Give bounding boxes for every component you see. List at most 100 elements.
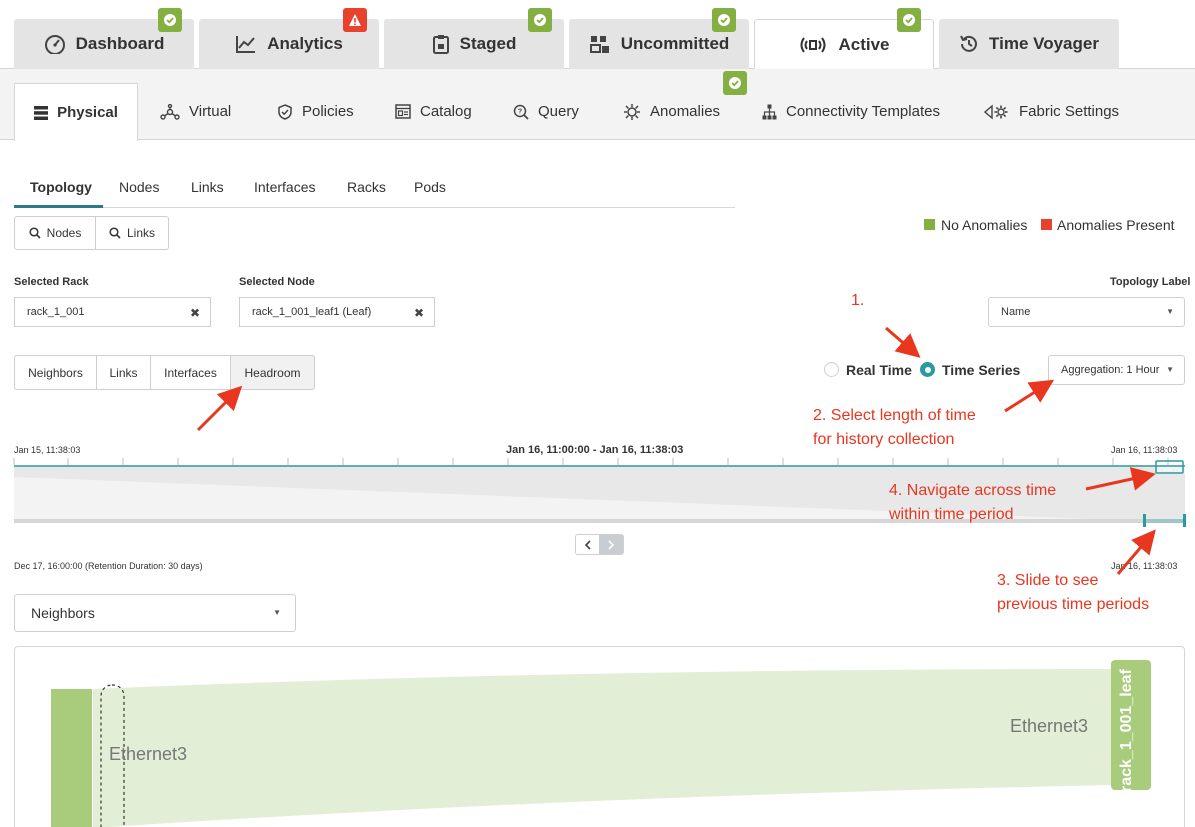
chevron-right-icon [608, 539, 615, 550]
tab-policies[interactable]: Policies [277, 83, 354, 140]
link-ribbon [51, 660, 1151, 827]
tab-links[interactable]: Links [191, 179, 224, 195]
tab-time-voyager[interactable]: Time Voyager [939, 19, 1119, 69]
tab-label: Catalog [420, 103, 472, 120]
search-links-label: Links [126, 226, 155, 240]
legend-swatch-ok [924, 219, 935, 230]
selected-node-label: Selected Node [239, 276, 315, 288]
check-icon [534, 14, 546, 26]
radio-time-series-label: Time Series [942, 362, 1021, 378]
tab-label: Time Voyager [989, 34, 1099, 53]
tab-label: Analytics [267, 34, 343, 53]
topology-label-label: Topology Label [1110, 276, 1191, 288]
tab-label: Query [538, 103, 579, 120]
topology-label-value: Name [1001, 306, 1031, 318]
selected-rack-field[interactable]: rack_1_001 ✖ [14, 297, 211, 327]
caret-down-icon: ▼ [1166, 365, 1174, 374]
tab-label: Dashboard [75, 34, 165, 53]
chevron-left-icon [584, 539, 591, 550]
tab-label: Uncommitted [620, 34, 730, 53]
active-tab-indicator [14, 205, 103, 208]
tab-pods[interactable]: Pods [414, 179, 446, 195]
mode-headroom[interactable]: Headroom [230, 355, 315, 390]
tab-interfaces[interactable]: Interfaces [254, 179, 315, 195]
tab-catalog[interactable]: Catalog [395, 83, 472, 140]
tab-fabric-settings[interactable]: Fabric Settings [984, 83, 1119, 140]
selected-rack-label: Selected Rack [14, 276, 89, 288]
tab-topology[interactable]: Topology [30, 179, 92, 195]
mode-links[interactable]: Links [96, 355, 151, 390]
clear-icon[interactable]: ✖ [414, 306, 424, 320]
timeline-end-label-2: Jan 16, 11:38:03 [1111, 561, 1178, 571]
prev-button[interactable] [576, 535, 600, 554]
history-icon [959, 34, 979, 54]
clipboard-icon [432, 34, 450, 54]
status-ok-badge [528, 8, 552, 32]
selected-node-field[interactable]: rack_1_001_leaf1 (Leaf) ✖ [239, 297, 435, 327]
radio-dot [924, 366, 931, 373]
warning-icon [349, 14, 361, 26]
neighbors-select-value: Neighbors [31, 605, 95, 621]
check-icon [164, 14, 176, 26]
right-node-label: rack_1_001_leaf [1118, 669, 1135, 790]
radio-real-time[interactable] [824, 362, 839, 377]
status-warning-badge [343, 8, 367, 32]
shield-icon [277, 103, 293, 120]
tab-label: Connectivity Templates [786, 103, 940, 120]
annotation-4-line-1: 4. Navigate across time [889, 482, 1057, 499]
tab-anomalies[interactable]: Anomalies [623, 83, 720, 140]
tab-label: Virtual [189, 103, 232, 120]
network-nodes-icon [160, 103, 180, 120]
search-icon [29, 227, 41, 239]
search-query-icon: ? [513, 104, 529, 120]
tab-nodes[interactable]: Nodes [119, 179, 159, 195]
annotation-2-line-2: for history collection [813, 431, 955, 448]
diff-icon [589, 34, 611, 54]
sub-tab-bar: Physical Virtual Policies Catalog ? Quer… [0, 69, 1195, 141]
search-nodes-button[interactable]: Nodes [14, 216, 96, 250]
right-port-label: Ethernet3 [1010, 716, 1089, 736]
mode-interfaces[interactable]: Interfaces [150, 355, 231, 390]
check-icon [718, 14, 730, 26]
legend-ok-label: No Anomalies [941, 217, 1028, 233]
right-node[interactable]: rack_1_001_leaf [1111, 660, 1151, 790]
neighbors-select[interactable]: Neighbors ▼ [14, 594, 296, 632]
tab-virtual[interactable]: Virtual [160, 83, 231, 140]
left-node-bar [51, 689, 92, 827]
annotation-3-line-1: 3. Slide to see [997, 572, 1099, 589]
annotation-2-line-1: 2. Select length of time [813, 407, 976, 424]
status-ok-badge [712, 8, 736, 32]
anomaly-icon [623, 103, 641, 121]
tab-physical[interactable]: Physical [14, 83, 138, 141]
status-ok-badge [897, 8, 921, 32]
broadcast-icon [798, 35, 828, 55]
timeline-end-label: Jan 16, 11:38:03 [1111, 445, 1178, 455]
tab-query[interactable]: ? Query [513, 83, 579, 140]
radio-real-time-label: Real Time [846, 362, 912, 378]
search-links-button[interactable]: Links [95, 216, 169, 250]
mode-neighbors[interactable]: Neighbors [14, 355, 97, 390]
tab-racks[interactable]: Racks [347, 179, 386, 195]
clear-icon[interactable]: ✖ [190, 306, 200, 320]
next-button[interactable] [599, 535, 623, 554]
status-ok-badge [158, 8, 182, 32]
topology-diagram: Ethernet3 Ethernet3 rack_1_001_leaf [14, 646, 1185, 827]
topology-label-select[interactable]: Name ▼ [988, 297, 1185, 327]
status-ok-badge [723, 71, 747, 95]
legend-swatch-bad [1041, 219, 1052, 230]
check-icon [903, 14, 915, 26]
search-icon [109, 227, 121, 239]
tab-label: Physical [57, 104, 118, 121]
chart-line-icon [235, 34, 257, 54]
annotation-1: 1. [851, 292, 865, 309]
aggregation-select[interactable]: Aggregation: 1 Hour ▼ [1048, 355, 1185, 385]
gauge-icon [44, 34, 66, 54]
aggregation-value: Aggregation: 1 Hour [1061, 364, 1160, 376]
timeline-start-label: Jan 15, 11:38:03 [14, 445, 81, 455]
annotation-4-line-2: within time period [889, 506, 1014, 523]
tab-label: Anomalies [650, 103, 721, 120]
annotation-3-line-2: previous time periods [997, 596, 1150, 613]
tab-connectivity-templates[interactable]: Connectivity Templates [762, 83, 940, 140]
caret-down-icon: ▼ [1166, 307, 1174, 316]
radio-time-series[interactable] [920, 362, 935, 377]
